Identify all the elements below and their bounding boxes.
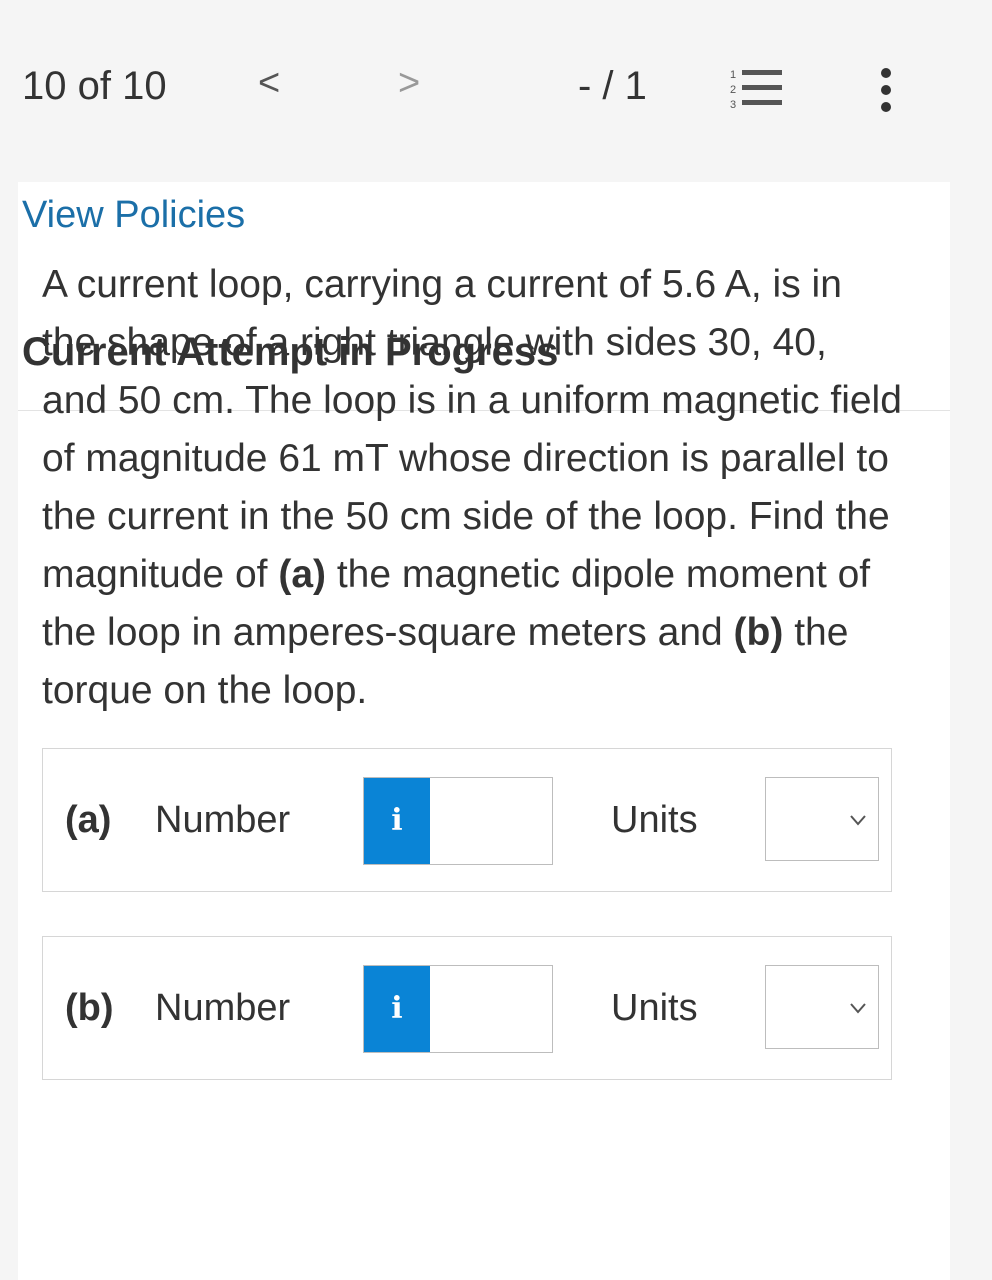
question-counter: 10 of 10 bbox=[22, 64, 167, 108]
number-label: Number bbox=[155, 987, 291, 1029]
svg-text:2: 2 bbox=[730, 84, 736, 96]
more-options-icon[interactable] bbox=[876, 68, 896, 112]
next-question-button[interactable]: > bbox=[398, 62, 420, 105]
chevron-down-icon bbox=[850, 1003, 866, 1014]
number-input-b[interactable] bbox=[430, 966, 550, 1050]
part-a-label: (a) bbox=[65, 799, 112, 841]
number-input-a[interactable] bbox=[430, 778, 550, 862]
info-icon[interactable]: i bbox=[364, 778, 430, 864]
svg-text:3: 3 bbox=[730, 99, 736, 110]
units-select-b[interactable] bbox=[765, 965, 879, 1049]
question-text: A current loop, carrying a current of 5.… bbox=[42, 256, 902, 720]
number-label: Number bbox=[155, 799, 291, 841]
question-text-part-1: A current loop, carrying a current of 5.… bbox=[42, 263, 902, 596]
previous-question-button[interactable]: < bbox=[258, 62, 280, 105]
answer-row-b: (b) Number i Units bbox=[42, 936, 892, 1080]
units-label: Units bbox=[611, 799, 698, 841]
question-list-icon[interactable]: 1 2 3 bbox=[728, 66, 784, 110]
number-input-group-b: i bbox=[363, 965, 553, 1053]
units-select-a[interactable] bbox=[765, 777, 879, 861]
top-navigation-bar: 10 of 10 < > - / 1 1 2 3 bbox=[0, 0, 992, 180]
number-input-group-a: i bbox=[363, 777, 553, 865]
answer-row-a: (a) Number i Units bbox=[42, 748, 892, 892]
part-a-reference: (a) bbox=[278, 553, 326, 596]
part-b-reference: (b) bbox=[733, 611, 784, 654]
units-label: Units bbox=[611, 987, 698, 1029]
part-b-label: (b) bbox=[65, 987, 114, 1029]
score-display: - / 1 bbox=[578, 64, 647, 108]
info-icon[interactable]: i bbox=[364, 966, 430, 1052]
svg-text:1: 1 bbox=[730, 69, 736, 81]
view-policies-link[interactable]: View Policies bbox=[22, 194, 245, 237]
chevron-down-icon bbox=[850, 815, 866, 826]
